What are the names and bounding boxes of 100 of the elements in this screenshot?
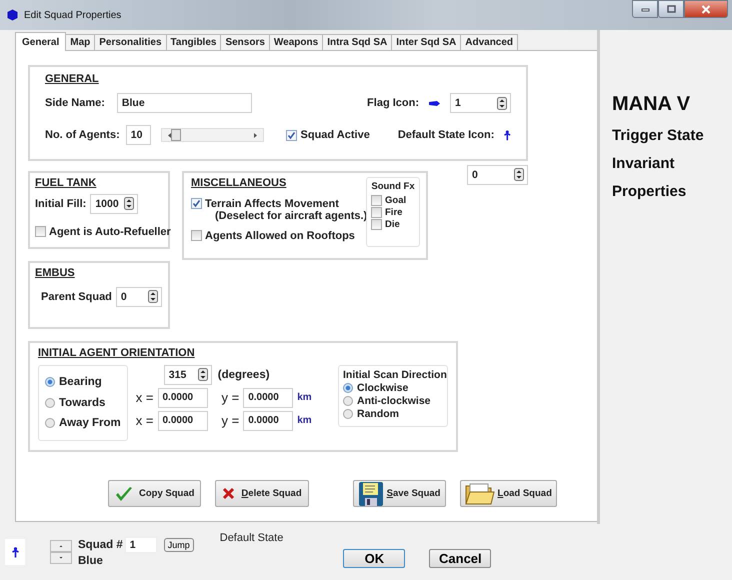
checkbox-label: Goal: [385, 194, 406, 206]
slider-thumb[interactable]: [171, 129, 182, 141]
cancel-button[interactable]: Cancel: [429, 548, 492, 568]
tab[interactable]: Inter Sqd SA: [391, 34, 462, 50]
checkbox[interactable]: [371, 218, 382, 230]
side-label: Blue: [78, 555, 104, 567]
checkbox-label: Agents Allowed on Rooftops: [205, 230, 355, 242]
radio-label: Towards: [59, 396, 106, 409]
panel-title: MANA V: [612, 93, 692, 116]
coordinate-field[interactable]: 0.0000: [243, 388, 294, 408]
checkbox-label: Terrain Affects Movement: [205, 198, 340, 210]
field-label: No. of Agents:: [45, 129, 120, 141]
radio-button[interactable]: [343, 382, 353, 393]
unit-label: (degrees): [218, 368, 270, 381]
radio-button[interactable]: [343, 396, 353, 406]
radio-label: Clockwise: [357, 382, 408, 394]
folder-icon: [464, 482, 494, 506]
checkbox-label: Die: [385, 218, 400, 230]
group-heading: MISCELLANEOUS: [191, 176, 286, 189]
agents-slider[interactable]: [160, 128, 264, 142]
spin-buttons-icon[interactable]: [198, 368, 208, 382]
spin-buttons-icon[interactable]: [148, 290, 158, 304]
coordinate-field[interactable]: 0.0000: [158, 388, 208, 408]
left-arrow-icon: [166, 132, 172, 138]
radio-button[interactable]: [45, 418, 55, 428]
minimize-icon: [640, 6, 650, 12]
checkbox[interactable]: [191, 230, 202, 241]
checkbox[interactable]: [191, 198, 202, 209]
radio-button[interactable]: [45, 398, 55, 408]
checkbox[interactable]: [286, 130, 297, 140]
checkbox-label: Agent is Auto-Refueller: [49, 226, 171, 238]
coordinate-label: y =: [222, 390, 240, 406]
spin-field[interactable]: 1: [450, 93, 511, 113]
field-label: Default State Icon:: [398, 129, 494, 141]
flag-icon: [429, 100, 440, 106]
coordinate-label: x =: [136, 413, 154, 428]
cross-icon: [222, 487, 236, 500]
checkbox[interactable]: [371, 194, 382, 206]
panel-text: Invariant: [612, 155, 676, 172]
action-button[interactable]: Copy Squad: [108, 480, 202, 507]
ok-button[interactable]: OK: [343, 548, 406, 568]
spin-buttons-icon[interactable]: [514, 168, 524, 182]
field-label: Parent Squad: [41, 290, 112, 303]
group-heading: FUEL TANK: [35, 176, 96, 189]
radio-label: Random: [357, 408, 399, 420]
tab[interactable]: Tangibles: [166, 34, 222, 50]
spin-field[interactable]: 0: [467, 164, 528, 185]
right-arrow-icon: [252, 132, 258, 138]
tab[interactable]: Intra Sqd SA: [322, 34, 392, 50]
radio-label: Away From: [59, 417, 121, 430]
group-heading: EMBUS: [35, 266, 75, 279]
spin-buttons-icon[interactable]: [497, 96, 507, 110]
checkbox-label: Squad Active: [300, 129, 370, 141]
squad-number-field[interactable]: 1: [124, 537, 157, 553]
tab[interactable]: Weapons: [268, 34, 324, 50]
action-button[interactable]: Load Squad: [460, 480, 557, 507]
panel-text: Properties: [612, 183, 688, 200]
checkbox-label: Fire: [385, 206, 402, 218]
maximize-icon: [666, 5, 676, 13]
up-down-icon: [50, 540, 72, 564]
agents-field[interactable]: 10: [126, 125, 151, 145]
panel-text: Trigger State: [612, 127, 705, 144]
check-icon: [115, 486, 133, 502]
field-label: Initial Fill:: [35, 198, 86, 210]
radio-button[interactable]: [343, 408, 353, 419]
tab[interactable]: General: [15, 32, 66, 51]
field-label: Squad #: [78, 539, 123, 551]
radio-label: Anti-clockwise: [357, 394, 431, 407]
maximize-button[interactable]: [658, 0, 684, 18]
group-heading: INITIAL AGENT ORIENTATION: [38, 346, 195, 359]
coordinate-label: y =: [222, 413, 240, 428]
coordinate-field[interactable]: 0.0000: [158, 410, 208, 431]
group-heading: GENERAL: [45, 73, 99, 85]
radio-label: Bearing: [59, 376, 102, 388]
unit-label: km: [297, 415, 312, 426]
app-icon: [7, 9, 18, 21]
close-button[interactable]: [684, 0, 728, 18]
action-button[interactable]: Save Squad: [352, 480, 446, 507]
checkbox[interactable]: [35, 226, 46, 238]
coordinate-field[interactable]: 0.0000: [243, 410, 294, 431]
radio-button[interactable]: [45, 376, 55, 387]
tab[interactable]: Map: [65, 34, 96, 50]
unit-label: km: [297, 392, 312, 404]
spin-field[interactable]: 1000: [90, 194, 138, 214]
side-name-field[interactable]: Blue: [116, 93, 252, 113]
window-title: Edit Squad Properties: [24, 10, 122, 20]
group-title: Sound Fx: [371, 180, 415, 192]
minimize-button[interactable]: [632, 0, 658, 18]
spin-buttons-icon[interactable]: [124, 197, 134, 210]
checkbox-note: (Deselect for aircraft agents.): [214, 210, 368, 222]
spin-field[interactable]: 315: [164, 364, 212, 385]
checkbox[interactable]: [371, 206, 382, 218]
spin-field[interactable]: 0: [116, 286, 162, 307]
close-icon: [701, 4, 711, 14]
tab[interactable]: Advanced: [460, 34, 518, 50]
state-label: Default State: [220, 532, 284, 544]
action-button[interactable]: Delete Squad: [215, 480, 309, 507]
field-label: Flag Icon:: [367, 97, 419, 109]
person-icon: [12, 546, 18, 558]
jump-button[interactable]: Jump: [164, 538, 194, 552]
